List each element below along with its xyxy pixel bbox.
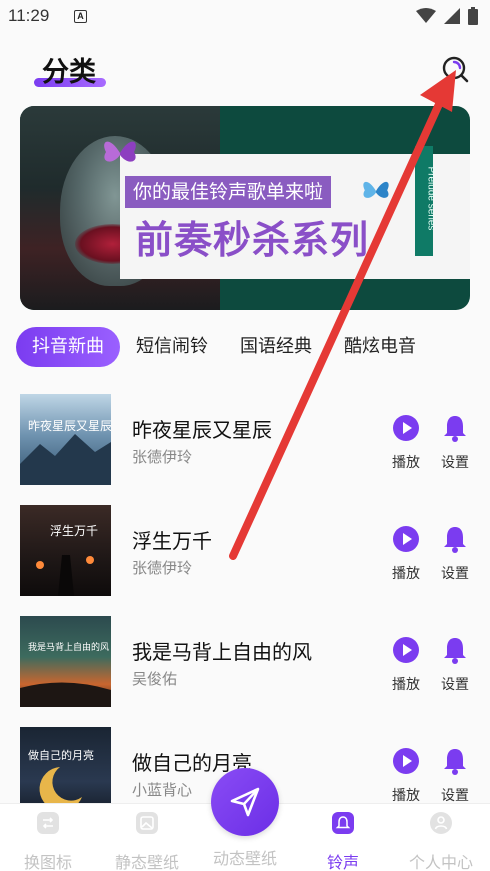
swap-icon <box>37 812 59 834</box>
send-icon <box>230 787 260 817</box>
cover-text: 做自己的月亮 <box>28 748 94 762</box>
song-artist: 张德伊玲 <box>132 448 193 466</box>
promo-banner[interactable]: Prelude series 你的最佳铃声歌单来啦 前奏秒杀系列 <box>20 106 470 310</box>
set-ringtone-button[interactable]: 设置 <box>435 636 475 694</box>
page-title: 分类 <box>42 57 96 88</box>
status-indicators <box>416 7 478 25</box>
song-artist: 小蓝背心 <box>132 781 193 799</box>
signal-icon <box>444 8 460 24</box>
cover-text: 昨夜星辰又星辰 <box>28 418 111 433</box>
live-wallpaper-fab[interactable] <box>211 768 279 836</box>
nav-static-wallpaper[interactable]: 静态壁纸 <box>102 810 192 871</box>
set-ringtone-button[interactable]: 设置 <box>435 525 475 583</box>
cover-art-2: 浮生万千 <box>36 524 98 596</box>
set-ringtone-button[interactable]: 设置 <box>435 747 475 805</box>
song-cover: 浮生万千 <box>20 505 111 596</box>
nav-profile[interactable]: 个人中心 <box>396 810 486 871</box>
song-artist: 吴俊佑 <box>132 670 178 688</box>
cover-text: 我是马背上自由的风 <box>28 641 109 653</box>
bell-icon <box>332 812 354 834</box>
song-item[interactable]: 昨夜星辰又星辰 昨夜星辰又星辰 张德伊玲 播放 设置 <box>0 394 490 486</box>
song-title: 昨夜星辰又星辰 <box>132 418 272 442</box>
play-label: 播放 <box>392 677 420 693</box>
play-button[interactable]: 播放 <box>386 525 426 583</box>
tab-sms-alarm[interactable]: 短信闹铃 <box>120 327 224 367</box>
set-label: 设置 <box>441 566 469 582</box>
banner-title: 前奏秒杀系列 <box>135 218 370 262</box>
set-label: 设置 <box>441 455 469 471</box>
play-icon <box>393 748 419 774</box>
nav-label: 铃声 <box>326 853 359 871</box>
play-icon <box>393 526 419 552</box>
song-item[interactable]: 浮生万千 浮生万千 张德伊玲 播放 设置 <box>0 505 490 597</box>
play-button[interactable]: 播放 <box>386 414 426 472</box>
cover-text: 浮生万千 <box>50 524 98 538</box>
user-icon <box>430 812 452 834</box>
bell-icon <box>444 638 466 664</box>
song-cover: 昨夜星辰又星辰 <box>20 394 111 485</box>
nav-label: 换图标 <box>23 853 72 871</box>
song-title: 浮生万千 <box>132 529 212 553</box>
bell-icon <box>444 527 466 553</box>
set-label: 设置 <box>441 677 469 693</box>
tab-douyin[interactable]: 抖音新曲 <box>16 327 120 367</box>
search-button[interactable] <box>440 54 470 84</box>
nav-change-icon[interactable]: 换图标 <box>3 810 93 871</box>
set-label: 设置 <box>441 788 469 804</box>
butterfly-icon-2 <box>363 181 389 198</box>
image-icon <box>136 812 158 834</box>
bell-icon <box>444 749 466 775</box>
play-icon <box>393 415 419 441</box>
nav-label: 静态壁纸 <box>114 853 179 871</box>
play-label: 播放 <box>392 566 420 582</box>
nav-ringtone[interactable]: 铃声 <box>298 810 388 871</box>
tab-mandarin-classic[interactable]: 国语经典 <box>224 327 328 367</box>
banner-subtitle: 你的最佳铃声歌单来啦 <box>125 176 332 208</box>
tab-electronic[interactable]: 酷炫电音 <box>328 327 432 367</box>
play-button[interactable]: 播放 <box>386 636 426 694</box>
cover-art-3: 我是马背上自由的风 <box>20 641 111 707</box>
status-time: 11:29 <box>8 6 50 25</box>
search-icon <box>442 56 469 83</box>
nav-label: 个人中心 <box>408 853 473 871</box>
category-tabs: 抖音新曲 短信闹铃 国语经典 酷炫电音 <box>16 327 432 367</box>
song-cover: 我是马背上自由的风 <box>20 616 111 707</box>
song-title: 我是马背上自由的风 <box>132 640 312 664</box>
wifi-icon <box>416 8 436 23</box>
cover-art-1: 昨夜星辰又星辰 <box>20 418 111 485</box>
battery-icon <box>468 7 478 25</box>
bell-icon <box>444 416 466 442</box>
play-button[interactable]: 播放 <box>386 747 426 805</box>
status-bar: 11:29 A <box>0 0 490 34</box>
butterfly-icon <box>104 141 136 162</box>
play-label: 播放 <box>392 788 420 804</box>
play-label: 播放 <box>392 455 420 471</box>
song-artist: 张德伊玲 <box>132 559 193 577</box>
song-item[interactable]: 我是马背上自由的风 我是马背上自由的风 吴俊佑 播放 设置 <box>0 616 490 708</box>
notification-icon: A <box>74 10 87 23</box>
set-ringtone-button[interactable]: 设置 <box>435 414 475 472</box>
play-icon <box>393 637 419 663</box>
nav-label: 动态壁纸 <box>212 849 277 868</box>
banner-vertical-text: Prelude series <box>425 166 437 231</box>
